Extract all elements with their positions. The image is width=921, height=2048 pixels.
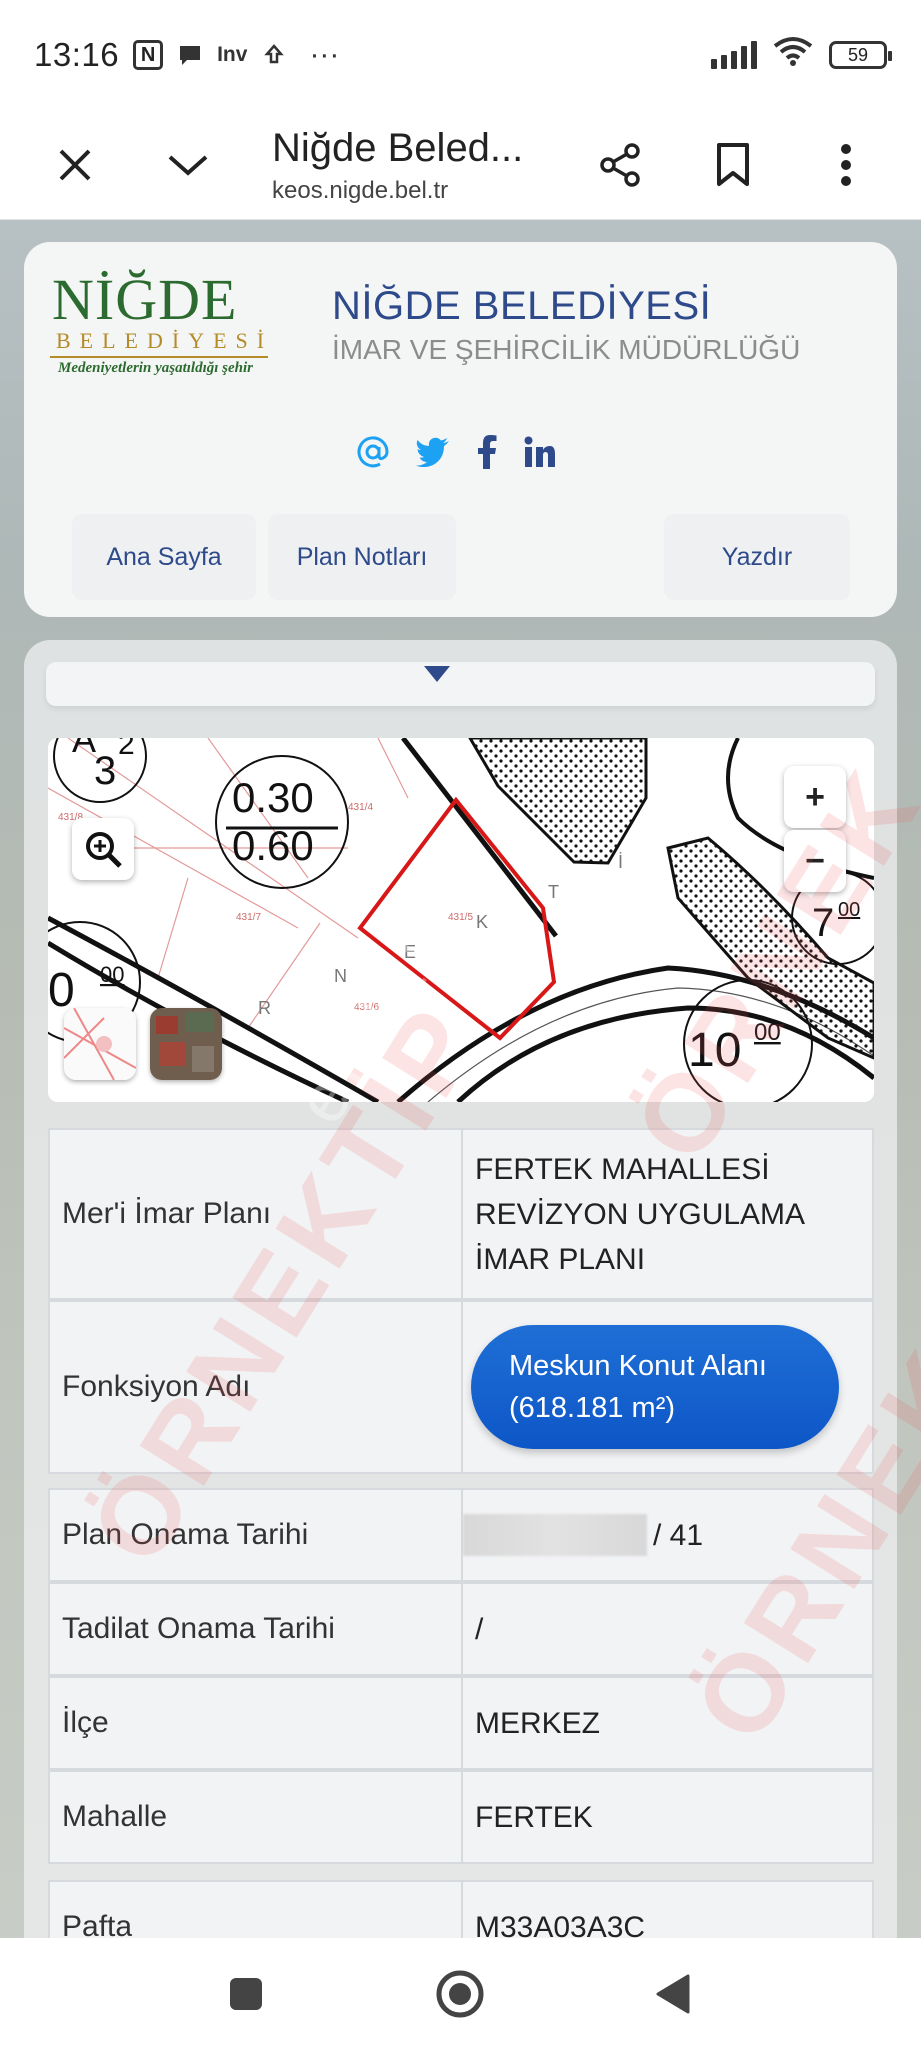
twitter-icon[interactable]	[416, 432, 450, 472]
street-letter: R	[258, 998, 271, 1018]
page-title-block[interactable]: Niğde Beled... keos.nigde.bel.tr	[272, 110, 523, 220]
status-time: 13:16	[34, 36, 120, 73]
height-right-sup: 00	[754, 1019, 781, 1046]
plan-approval-value: / 41	[653, 1518, 704, 1552]
parcel-label: 431/7	[236, 912, 261, 923]
recents-button[interactable]	[218, 1966, 274, 2022]
logo-tagline: Medeniyetlerin yaşatıldığı şehir	[58, 360, 253, 376]
table-row: Tadilat Onama Tarihi /	[48, 1582, 874, 1676]
org-name: NİĞDE BELEDİYESİ	[332, 284, 712, 328]
wifi-icon	[773, 36, 813, 74]
zone-label: A	[72, 738, 96, 760]
status-bar: 13:16 N Inv ··· 59	[0, 0, 921, 110]
redacted-date	[463, 1514, 647, 1556]
street-letter: K	[476, 912, 488, 932]
row-value: / 41	[463, 1490, 872, 1580]
zoom-out-button[interactable]: −	[784, 830, 846, 892]
zone-sup-label: 2	[118, 738, 135, 761]
row-value: Meskun Konut Alanı (618.181 m²)	[463, 1302, 872, 1472]
logo-main-text: NİĞDE	[52, 267, 238, 332]
bookmark-icon[interactable]	[703, 135, 763, 195]
height-edge-sup: 00	[838, 899, 860, 921]
zoom-in-button[interactable]: +	[784, 766, 846, 828]
caret-down-icon[interactable]	[424, 666, 450, 682]
row-value: M33A03A3C	[475, 1910, 646, 1939]
table-row: Pafta M33A03A3C	[48, 1880, 874, 1938]
home-nav-button[interactable]	[432, 1966, 488, 2022]
parcel-label: 431/4	[348, 802, 373, 813]
print-button[interactable]: Yazdır	[664, 514, 850, 600]
signal-icon	[711, 41, 757, 69]
facebook-icon[interactable]	[476, 432, 498, 472]
zoning-map[interactable]: A 3 2 0.30 0.60 0 00 10 00 7 00 431/4 43…	[48, 738, 874, 1102]
logo-sub-text: BELEDİYESİ	[56, 328, 274, 353]
chat-bubble-icon	[177, 43, 203, 67]
row-label: İlçe	[50, 1678, 463, 1768]
web-content: NİĞDE BELEDİYESİ Medeniyetlerin yaşatıld…	[0, 220, 921, 1938]
function-area: (618.181 m²)	[509, 1392, 676, 1424]
height-right-label: 10	[688, 1024, 741, 1077]
logo-divider	[50, 356, 268, 358]
table-row: Plan Onama Tarihi / 41	[48, 1488, 874, 1582]
page-url: keos.nigde.bel.tr	[272, 176, 449, 204]
row-value: FERTEK MAHALLESİ REVİZYON UYGULAMA İMAR …	[463, 1130, 872, 1298]
plan-layer-thumbnail[interactable]	[64, 1008, 136, 1080]
more-notifications-icon: ···	[309, 38, 340, 71]
function-badge[interactable]: Meskun Konut Alanı (618.181 m²)	[471, 1325, 839, 1449]
system-nav-bar	[0, 1938, 921, 2048]
parcel-label: 431/5	[448, 912, 473, 923]
chevron-down-icon[interactable]	[158, 135, 218, 195]
row-label: Pafta	[50, 1882, 463, 1938]
nfc-icon: N	[133, 40, 164, 70]
parcel-label: 431/6	[354, 1002, 379, 1013]
email-icon[interactable]	[356, 432, 390, 472]
street-letter: T	[548, 882, 559, 902]
street-letter: N	[334, 966, 347, 986]
row-label: Fonksiyon Adı	[50, 1302, 463, 1472]
height-left-sup: 00	[100, 962, 124, 987]
close-icon[interactable]	[45, 135, 105, 195]
table-row: Mer'i İmar Planı FERTEK MAHALLESİ REVİZY…	[48, 1128, 874, 1300]
header-card: NİĞDE BELEDİYESİ Medeniyetlerin yaşatıld…	[24, 242, 897, 617]
plan-name-line: İMAR PLANI	[475, 1242, 646, 1276]
zoom-search-icon[interactable]	[72, 818, 134, 880]
battery-icon: 59	[829, 41, 892, 69]
row-label: Mahalle	[50, 1772, 463, 1862]
table-row: Fonksiyon Adı Meskun Konut Alanı (618.18…	[48, 1300, 874, 1474]
inv-app-icon: Inv	[217, 43, 248, 66]
page-title: Niğde Beled...	[272, 125, 524, 170]
zone-sub-label: 3	[94, 749, 116, 793]
collapse-bar[interactable]	[46, 662, 875, 706]
row-value: /	[475, 1612, 484, 1646]
row-label: Plan Onama Tarihi	[50, 1490, 463, 1580]
height-edge-label: 7	[812, 901, 834, 945]
home-button[interactable]: Ana Sayfa	[72, 514, 256, 600]
street-letter: İ	[618, 852, 623, 872]
plan-notes-button[interactable]: Plan Notları	[268, 514, 456, 600]
share-icon[interactable]	[590, 135, 650, 195]
back-button[interactable]	[646, 1966, 702, 2022]
table-row: İlçe MERKEZ	[48, 1676, 874, 1770]
ratio-top-label: 0.30	[232, 774, 314, 821]
function-name: Meskun Konut Alanı	[509, 1349, 767, 1382]
table-row: Mahalle FERTEK	[48, 1770, 874, 1864]
overflow-menu-icon[interactable]	[816, 135, 876, 195]
row-value: MERKEZ	[475, 1706, 601, 1740]
nigde-logo[interactable]: NİĞDE BELEDİYESİ Medeniyetlerin yaşatıld…	[46, 262, 276, 382]
cloud-up-icon	[261, 42, 287, 68]
street-letter: E	[404, 942, 416, 962]
dept-name: İMAR VE ŞEHİRCİLİK MÜDÜRLÜĞÜ	[332, 334, 801, 365]
browser-toolbar: Niğde Beled... keos.nigde.bel.tr	[0, 110, 921, 220]
plan-name-line: REVİZYON UYGULAMA	[475, 1197, 806, 1231]
row-label: Mer'i İmar Planı	[50, 1130, 463, 1298]
plan-name-line: FERTEK MAHALLESİ	[475, 1152, 770, 1186]
linkedin-icon[interactable]	[524, 432, 556, 472]
row-label: Tadilat Onama Tarihi	[50, 1584, 463, 1674]
ratio-bottom-label: 0.60	[232, 822, 314, 869]
social-links	[356, 432, 556, 472]
satellite-layer-thumbnail[interactable]	[150, 1008, 222, 1080]
row-value: FERTEK	[475, 1800, 593, 1834]
main-card: A 3 2 0.30 0.60 0 00 10 00 7 00 431/4 43…	[24, 640, 897, 1938]
